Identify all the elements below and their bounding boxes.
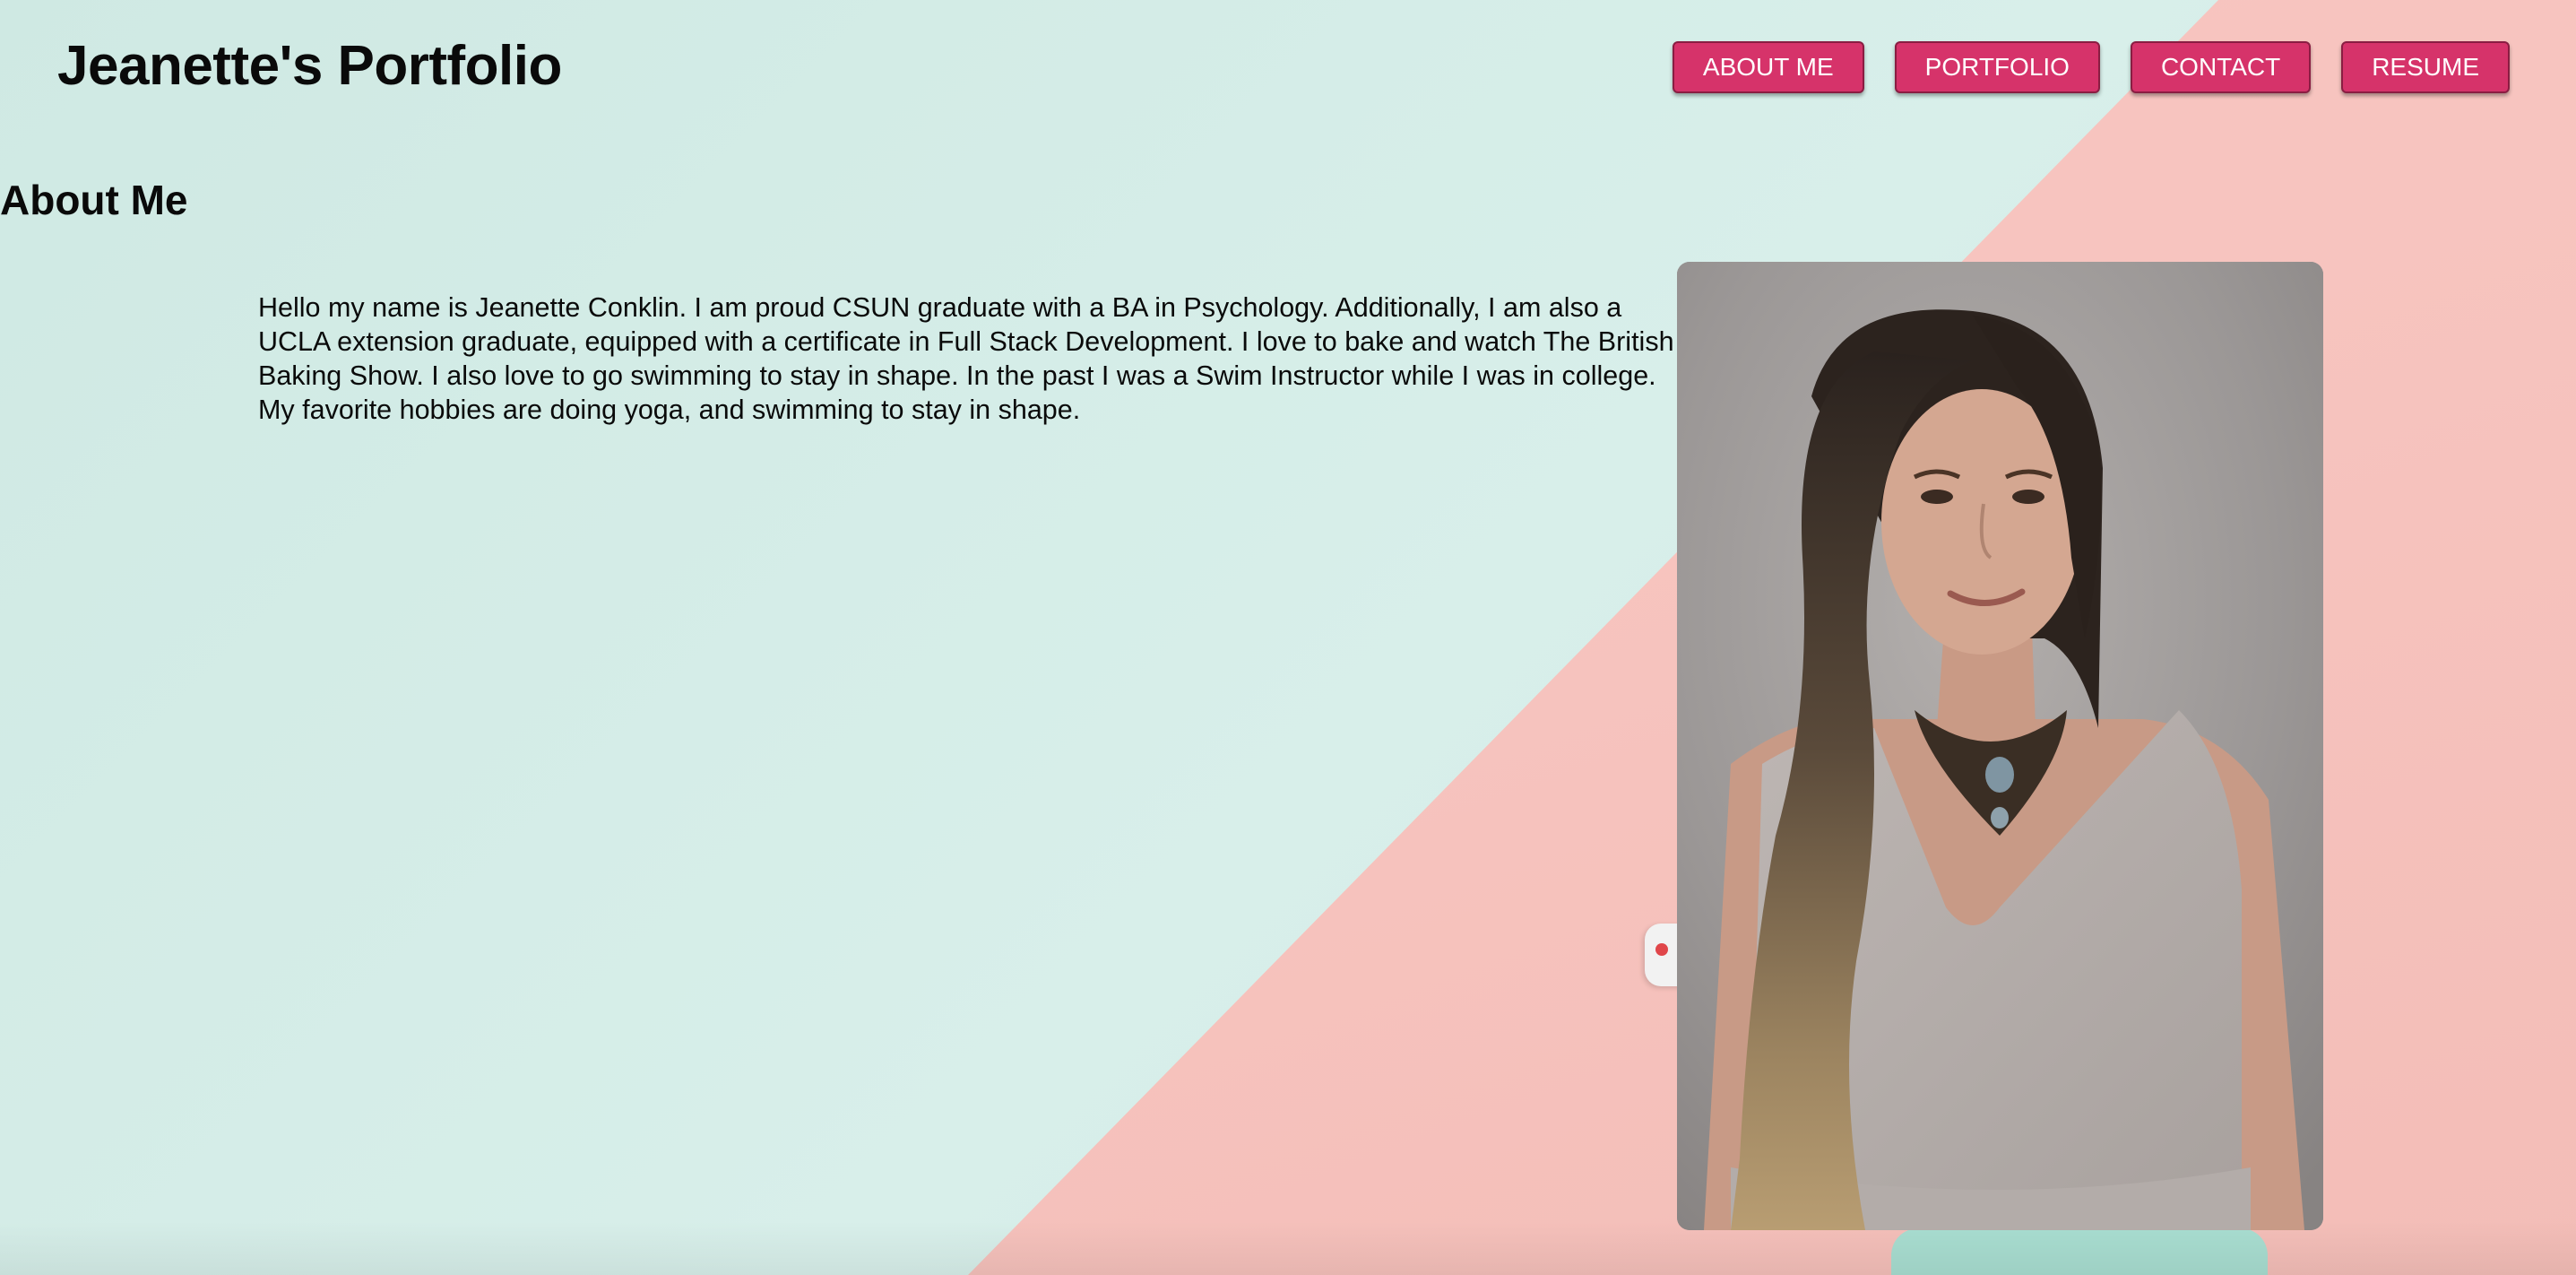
bio-paragraph: Hello my name is Jeanette Conklin. I am … — [258, 292, 1674, 425]
site-title: Jeanette's Portfolio — [57, 35, 562, 97]
nav-about-me-button[interactable]: ABOUT ME — [1672, 41, 1864, 93]
nav-resume-button[interactable]: RESUME — [2341, 41, 2510, 93]
section-heading: About Me — [0, 177, 188, 223]
profile-photo — [1677, 262, 2323, 1230]
main-nav: ABOUT ME PORTFOLIO CONTACT RESUME — [1672, 41, 2510, 93]
nav-portfolio-button[interactable]: PORTFOLIO — [1894, 41, 2100, 93]
nav-contact-button[interactable]: CONTACT — [2130, 41, 2312, 93]
